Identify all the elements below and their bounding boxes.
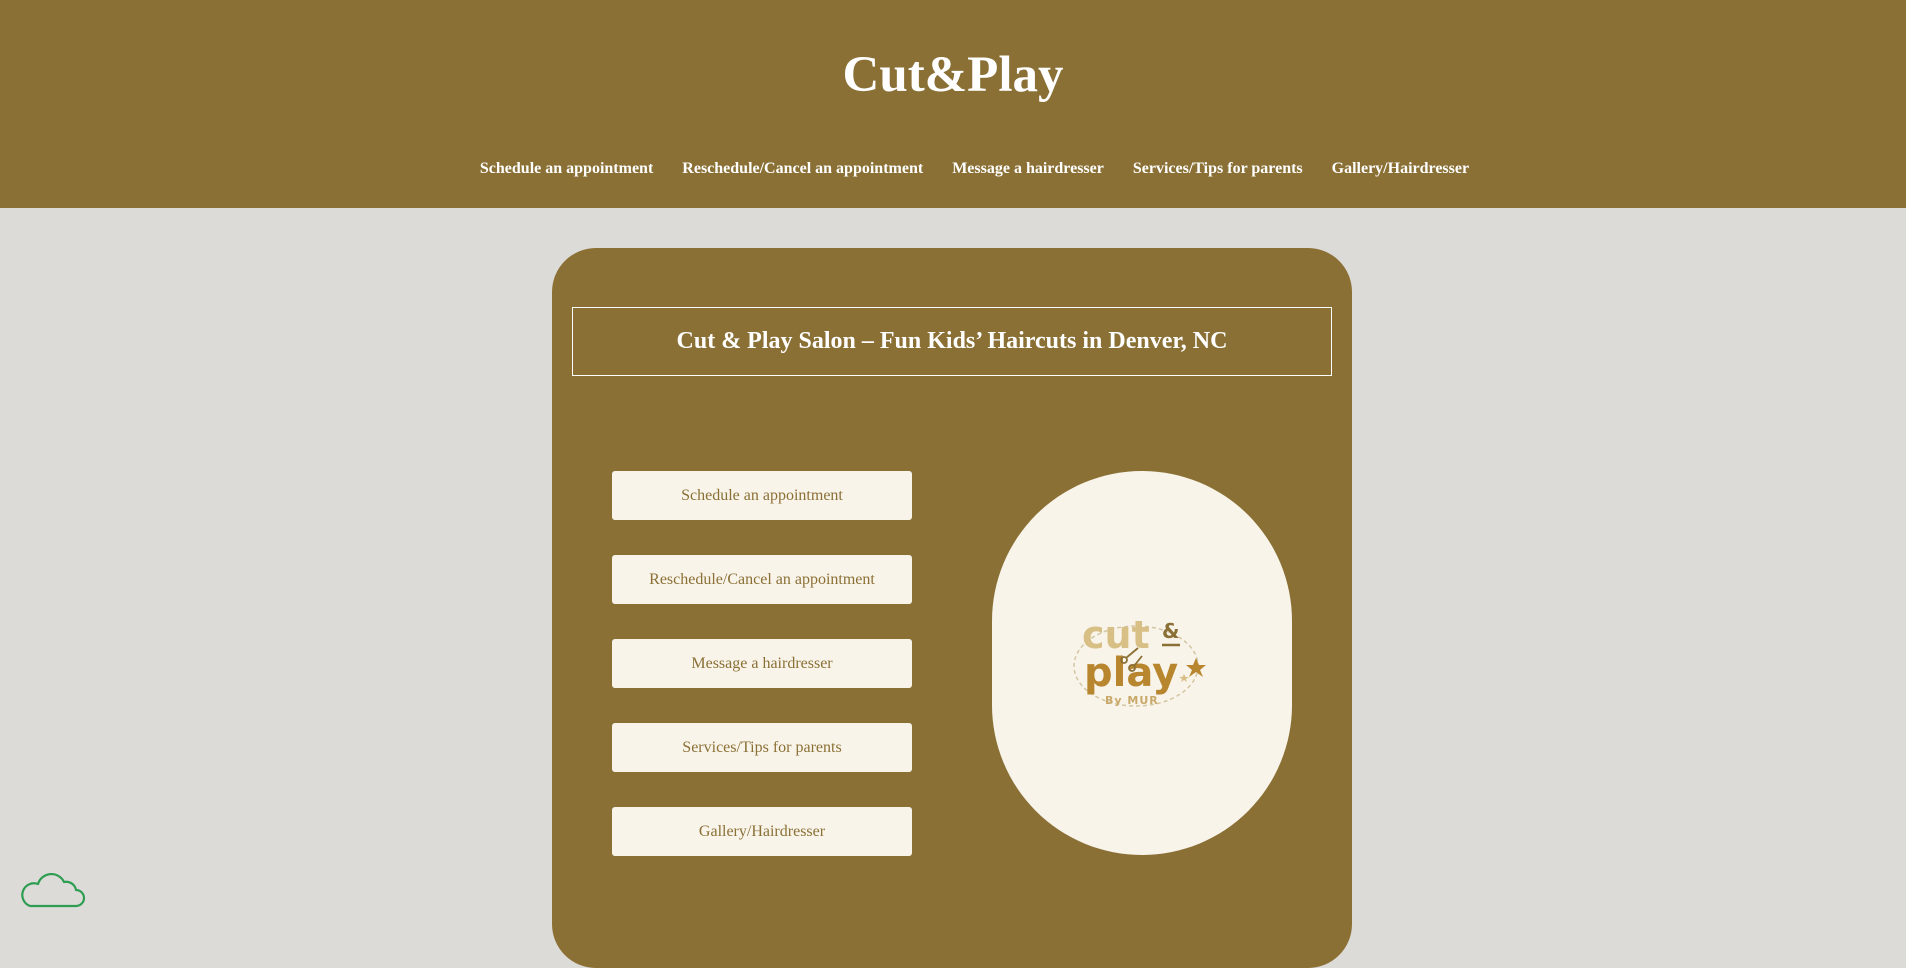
logo-frame: cut & play By MUR — [992, 471, 1292, 855]
site-title: Cut&Play — [842, 47, 1064, 103]
logo-word-play: play — [1084, 650, 1178, 696]
hero-heading: Cut & Play Salon – Fun Kids’ Haircuts in… — [676, 328, 1228, 354]
logo-byline: By MUR — [1105, 694, 1159, 707]
nav-link-schedule[interactable]: Schedule an appointment — [480, 157, 653, 181]
main-nav: Schedule an appointment Reschedule/Cance… — [0, 157, 1906, 181]
salon-logo: cut & play By MUR — [1073, 613, 1206, 707]
small-star-icon — [1179, 674, 1189, 682]
site-header: Cut&Play Schedule an appointment Resched… — [0, 0, 1906, 208]
reschedule-cancel-button[interactable]: Reschedule/Cancel an appointment — [612, 555, 912, 604]
gallery-hairdresser-button[interactable]: Gallery/Hairdresser — [612, 807, 912, 856]
services-tips-button[interactable]: Services/Tips for parents — [612, 723, 912, 772]
nav-link-services-tips[interactable]: Services/Tips for parents — [1133, 157, 1303, 181]
cloud-icon[interactable] — [20, 866, 86, 910]
hero-banner: Cut & Play Salon – Fun Kids’ Haircuts in… — [572, 307, 1332, 376]
logo-ampersand: & — [1162, 619, 1179, 643]
message-hairdresser-button[interactable]: Message a hairdresser — [612, 639, 912, 688]
nav-link-message-hairdresser[interactable]: Message a hairdresser — [952, 157, 1104, 181]
nav-link-gallery[interactable]: Gallery/Hairdresser — [1332, 157, 1469, 181]
schedule-appointment-button[interactable]: Schedule an appointment — [612, 471, 912, 520]
content-panel: Cut & Play Salon – Fun Kids’ Haircuts in… — [552, 248, 1352, 968]
nav-link-reschedule-cancel[interactable]: Reschedule/Cancel an appointment — [682, 157, 923, 181]
